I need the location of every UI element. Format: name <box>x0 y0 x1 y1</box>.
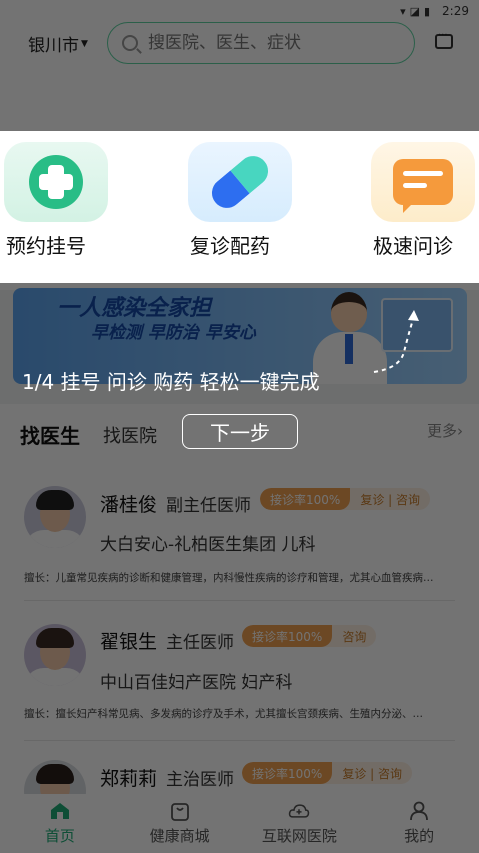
nav-profile[interactable]: 我的 <box>359 794 479 853</box>
quick-action-appointment[interactable] <box>4 142 108 222</box>
rate-badge: 接诊率100% <box>242 762 333 784</box>
nav-mall[interactable]: 健康商城 <box>120 794 240 853</box>
avatar <box>24 486 86 548</box>
city-label: 银川市 <box>28 35 79 56</box>
nav-home-label: 首页 <box>44 827 75 845</box>
doctor-title: 主治医师 <box>166 770 234 790</box>
quick-action-label: 预约挂号 <box>6 234 86 258</box>
guide-arrow-icon <box>373 310 419 373</box>
header: 银川市 ▼ <box>0 22 479 64</box>
banner-subslogan: 早检测 早防治 早安心 <box>91 323 256 343</box>
shopping-bag-icon <box>170 803 189 821</box>
search-icon <box>122 35 138 51</box>
service-options[interactable]: 复诊 | 咨询 <box>350 491 430 508</box>
quick-action-consult[interactable] <box>371 142 475 222</box>
nav-hospital[interactable]: 互联网医院 <box>240 794 360 853</box>
specialty-text: 擅长：儿童常见疾病的诊断和健康管理，内科慢性疾病的诊疗和管理，尤其心血管疾病… <box>24 572 434 584</box>
cloud-hospital-icon <box>289 804 310 818</box>
doctor-title: 副主任医师 <box>166 496 251 516</box>
divider <box>24 600 455 601</box>
hospital-dept: 大白安心-礼柏医生集团 儿科 <box>100 535 316 555</box>
caret-down-icon: ▼ <box>81 39 88 49</box>
tab-find-doctor[interactable]: 找医生 <box>20 420 80 453</box>
more-link[interactable]: 更多› <box>427 420 463 441</box>
city-selector[interactable]: 银川市 ▼ <box>28 31 88 56</box>
avatar <box>24 624 86 686</box>
doctor-name: 郑莉莉 <box>100 768 158 790</box>
pill-capsule-icon <box>205 149 275 215</box>
doctor-title: 主任医师 <box>166 633 234 653</box>
clock: 2:29 <box>442 4 469 18</box>
doctor-card[interactable]: 潘桂俊 副主任医师 接诊率100% 复诊 | 咨询 大白安心-礼柏医生集团 儿科… <box>0 464 479 604</box>
user-icon <box>410 801 429 821</box>
service-options[interactable]: 咨询 <box>332 628 376 645</box>
quick-action-prescription[interactable] <box>188 142 292 222</box>
search-input[interactable] <box>148 33 378 53</box>
hospital-cross-icon <box>29 155 83 209</box>
nav-mall-label: 健康商城 <box>149 827 210 845</box>
hospital-dept: 中山百佳妇产医院 妇产科 <box>100 673 293 693</box>
next-step-button[interactable]: 下一步 <box>182 414 298 449</box>
message-icon[interactable] <box>435 30 453 49</box>
status-bar: ▾◪▮ 2:29 <box>0 0 479 22</box>
nav-hospital-label: 互联网医院 <box>261 827 337 845</box>
guide-step-text: 1/4 挂号 问诊 购药 轻松一键完成 <box>22 370 320 394</box>
doctor-name: 潘桂俊 <box>100 494 158 516</box>
doctor-list: 潘桂俊 副主任医师 接诊率100% 复诊 | 咨询 大白安心-礼柏医生集团 儿科… <box>0 464 479 822</box>
home-icon <box>50 803 69 819</box>
nav-profile-label: 我的 <box>404 827 435 845</box>
status-badge: 接诊率100% 咨询 <box>242 625 377 647</box>
status-badge: 接诊率100% 复诊 | 咨询 <box>260 488 430 510</box>
nav-home[interactable]: 首页 <box>0 794 120 853</box>
search-bar[interactable] <box>107 22 415 64</box>
specialty-text: 擅长：擅长妇产科常见病、多发病的诊疗及手术，尤其擅长宫颈疾病、生殖内分泌、… <box>24 708 423 720</box>
tab-find-hospital[interactable]: 找医院 <box>103 422 157 448</box>
status-badge: 接诊率100% 复诊 | 咨询 <box>242 762 412 784</box>
rate-badge: 接诊率100% <box>260 488 351 510</box>
status-icons: ▾◪▮ <box>400 4 435 18</box>
quick-action-label: 复诊配药 <box>190 234 270 258</box>
quick-action-label: 极速问诊 <box>373 234 453 258</box>
bottom-nav: 首页 健康商城 互联网医院 我的 <box>0 794 479 853</box>
service-options[interactable]: 复诊 | 咨询 <box>332 765 412 782</box>
doctor-name: 翟银生 <box>100 631 158 653</box>
doctor-card[interactable]: 翟银生 主任医师 接诊率100% 咨询 中山百佳妇产医院 妇产科 擅长：擅长妇产… <box>0 602 479 742</box>
chat-bubble-icon <box>393 159 453 213</box>
rate-badge: 接诊率100% <box>242 625 333 647</box>
